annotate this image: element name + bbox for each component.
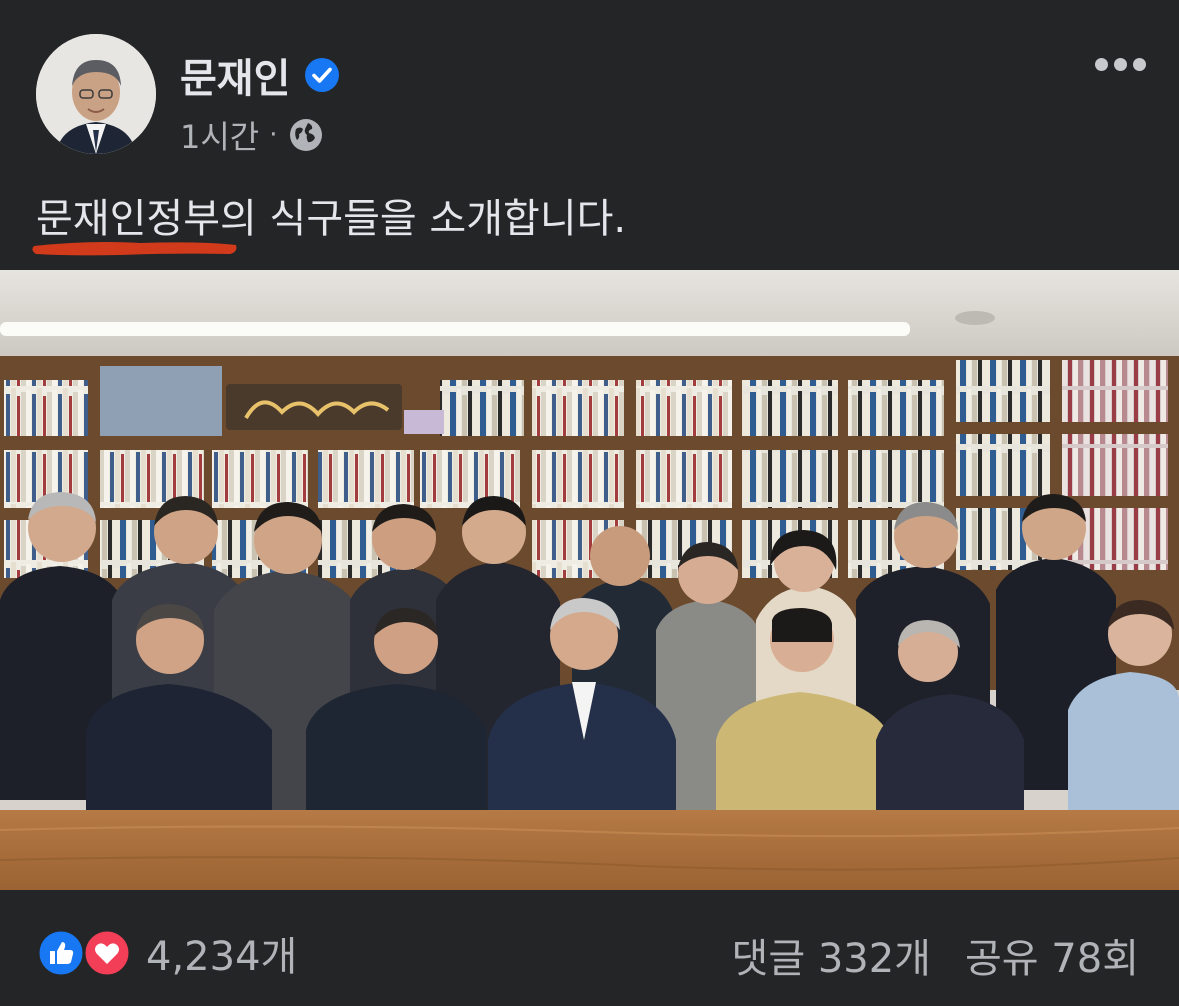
- author-name[interactable]: 문재인: [180, 46, 290, 104]
- globe-icon[interactable]: [288, 117, 324, 153]
- group-photo-image: [0, 270, 1179, 890]
- post-time[interactable]: 1시간: [180, 112, 259, 158]
- avatar-portrait-image: [36, 34, 156, 154]
- more-options-icon[interactable]: [1092, 52, 1148, 76]
- more-dot: [1132, 57, 1146, 71]
- meta-separator: ·: [269, 120, 278, 150]
- like-icon: [36, 928, 86, 978]
- reactions-summary[interactable]: 4,234개: [36, 924, 297, 982]
- post-card: 문재인 1시간 · 문재인정부의 식구들을 소개합니다. 4,234개 댓글 3…: [0, 0, 1179, 1006]
- more-dot: [1113, 57, 1127, 71]
- love-icon: [82, 928, 132, 978]
- highlight-underline-annotation: [32, 242, 237, 256]
- verified-badge-icon: [305, 58, 340, 92]
- shares-count[interactable]: 공유 78회: [965, 926, 1139, 984]
- author-row: 문재인: [180, 46, 340, 104]
- comments-count[interactable]: 댓글 332개: [732, 926, 931, 984]
- engagement-stats: 댓글 332개 공유 78회: [732, 926, 1139, 984]
- reactions-count: 4,234개: [146, 934, 298, 980]
- more-dot: [1094, 57, 1108, 71]
- post-photo[interactable]: [0, 270, 1179, 890]
- profile-avatar[interactable]: [36, 34, 156, 154]
- post-meta: 1시간 ·: [180, 112, 324, 158]
